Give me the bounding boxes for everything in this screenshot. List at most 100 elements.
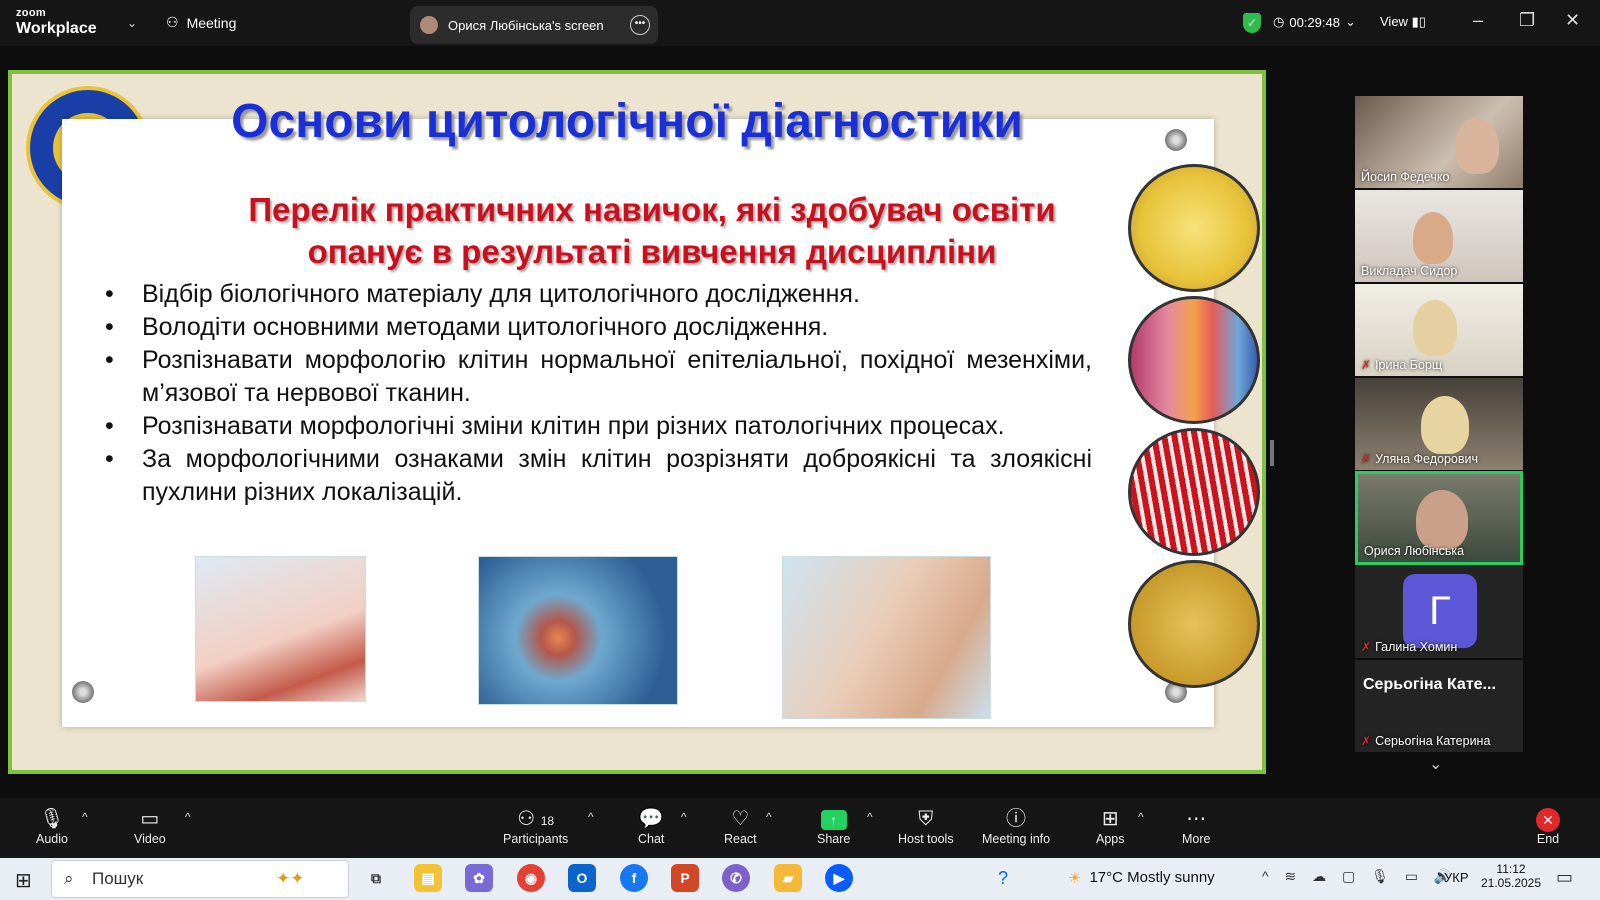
- participant-name-text: Викладач Сидор: [1361, 264, 1458, 278]
- apps-label: Apps: [1096, 832, 1125, 846]
- chevron-up-icon[interactable]: ^: [1138, 810, 1144, 824]
- skills-list: Відбір біологічного матеріалу для цитоло…: [97, 278, 1092, 509]
- chevron-up-icon[interactable]: ^: [82, 810, 88, 824]
- search-icon: ⌕: [64, 869, 74, 888]
- facebook-icon[interactable]: f: [620, 864, 648, 892]
- copilot-icon[interactable]: ✿: [465, 864, 493, 892]
- more-icon[interactable]: •••: [630, 15, 650, 35]
- logo-small-text: zoom: [16, 7, 46, 19]
- list-item: Володіти основними методами цитологічног…: [97, 311, 1092, 344]
- meeting-label: Meeting: [186, 14, 237, 31]
- slide-subtitle: Перелік практичних навичок, які здобувач…: [192, 189, 1112, 273]
- windows-taskbar: ⊞ ⌕ Пошук ✦✦ ⧉ ▤ ✿ ◉ O f P ✆ ▰ ▶ ? ☀ 17°…: [0, 858, 1600, 900]
- participant-tile[interactable]: ✗ Уляна Федорович: [1355, 378, 1523, 470]
- participants-count: 18: [540, 814, 555, 828]
- subtitle-line: опанує в результаті вивчення дисципліни: [307, 233, 997, 270]
- zoom-logo: zoom Workplace: [16, 8, 97, 37]
- connective-tissue-image: [1128, 296, 1260, 424]
- participant-tile[interactable]: Йосип Федечко: [1355, 96, 1523, 188]
- list-item: Розпізнавати морфологію клітин нормально…: [97, 344, 1092, 410]
- notifications-icon[interactable]: ▭: [1556, 867, 1573, 888]
- meeting-info-label: Meeting info: [982, 832, 1051, 846]
- participant-name-text: Йосип Федечко: [1361, 170, 1450, 184]
- participant-name-text: Ірина Борщ: [1375, 358, 1443, 372]
- chat-icon: 💬: [638, 808, 664, 830]
- host-tools-button[interactable]: ⛨ Host tools: [898, 806, 954, 846]
- participant-video: [1413, 300, 1457, 356]
- meeting-timer[interactable]: ◷ 00:29:48 ⌄: [1273, 14, 1356, 30]
- breast-biopsy-image: [478, 556, 678, 705]
- share-button[interactable]: ↑ Share: [817, 806, 850, 846]
- shield-icon: ⛨: [918, 808, 934, 830]
- needle-aspiration-image: [782, 556, 991, 719]
- participant-name: Викладач Сидор: [1361, 264, 1457, 278]
- participants-label: Participants: [503, 832, 569, 846]
- logo-big-text: Workplace: [16, 20, 97, 37]
- minimize-icon[interactable]: –: [1473, 10, 1483, 31]
- chevron-down-icon[interactable]: ⌄: [1429, 754, 1442, 774]
- participant-tile-active-speaker[interactable]: Орися Любінська: [1355, 471, 1523, 565]
- epithelial-cells-image: [1128, 164, 1260, 292]
- chevron-up-icon[interactable]: ^: [588, 810, 594, 824]
- share-screen-icon: ↑: [817, 806, 850, 832]
- meeting-menu-button[interactable]: ⚇ Meeting: [166, 14, 236, 31]
- chevron-down-icon[interactable]: ⌄: [127, 16, 137, 30]
- file-explorer-icon[interactable]: ▤: [414, 864, 442, 892]
- chat-button[interactable]: 💬 Chat: [638, 806, 664, 846]
- participant-name: ✗ Ірина Борщ: [1361, 358, 1442, 372]
- encryption-shield-icon[interactable]: ✓: [1243, 13, 1261, 33]
- zoom-app-icon[interactable]: ▶: [825, 864, 853, 892]
- apps-icon: ⊞: [1101, 808, 1119, 830]
- panel-resize-handle[interactable]: [1270, 440, 1274, 466]
- participant-name: Йосип Федечко: [1361, 170, 1450, 184]
- react-button[interactable]: ♡ React: [724, 806, 757, 846]
- meeting-info-button[interactable]: ⓘ Meeting info: [982, 806, 1050, 846]
- search-placeholder: Пошук: [92, 869, 144, 888]
- view-button[interactable]: View ▮▯: [1380, 14, 1426, 30]
- screen-share-pill[interactable]: Орися Любінська's screen •••: [410, 6, 658, 44]
- timer-text: 00:29:48: [1289, 14, 1340, 30]
- chevron-up-icon[interactable]: ^: [766, 810, 772, 824]
- help-icon[interactable]: ?: [998, 868, 1008, 889]
- end-button[interactable]: ✕ End: [1536, 806, 1560, 846]
- clock-date: 21.05.2025: [1480, 876, 1542, 890]
- slide-title: Основи цитологічної діагностики: [231, 95, 1023, 148]
- video-label: Video: [134, 832, 166, 846]
- outlook-icon[interactable]: O: [568, 864, 596, 892]
- chevron-up-icon[interactable]: ^: [867, 810, 873, 824]
- chevron-up-icon[interactable]: ^: [681, 810, 687, 824]
- participant-tile[interactable]: ✗ Ірина Борщ: [1355, 284, 1523, 376]
- system-tray-icons[interactable]: ^ ≋ ☁ ▢ 🎙 ▭ 🔊: [1262, 868, 1457, 885]
- more-icon: ⋯: [1186, 808, 1207, 830]
- more-button[interactable]: ⋯ More: [1182, 806, 1210, 846]
- apps-button[interactable]: ⊞ Apps: [1096, 806, 1125, 846]
- participant-display-name: Серьогіна Кате...: [1363, 676, 1496, 693]
- video-button[interactable]: ▭ Video: [134, 806, 166, 846]
- share-label: Share: [817, 832, 851, 846]
- task-view-icon[interactable]: ⧉: [362, 864, 390, 892]
- participant-name-text: Уляна Федорович: [1375, 452, 1479, 466]
- chevron-up-icon[interactable]: ^: [185, 810, 191, 824]
- top-bar: zoom Workplace ⌄ ⚇ Meeting Орися Любінсь…: [0, 0, 1600, 46]
- chat-label: Chat: [638, 832, 665, 846]
- slideshow-app-icon[interactable]: ▰: [774, 864, 802, 892]
- restore-icon[interactable]: ❐: [1519, 10, 1535, 31]
- close-icon[interactable]: ✕: [1565, 10, 1580, 31]
- participant-tile[interactable]: Г ✗ Галина Хомин: [1355, 566, 1523, 658]
- shared-slide: ♞ Основи цитологічної діагностики Перелі…: [8, 70, 1266, 774]
- participants-button[interactable]: ⚇ 18 Participants: [503, 806, 568, 846]
- chrome-icon[interactable]: ◉: [517, 864, 545, 892]
- participant-tile[interactable]: Викладач Сидор: [1355, 190, 1523, 282]
- clock[interactable]: 11:12 21.05.2025: [1480, 862, 1542, 890]
- language-indicator[interactable]: УКР: [1444, 870, 1469, 885]
- search-input[interactable]: ⌕ Пошук ✦✦: [51, 860, 349, 898]
- participant-tile[interactable]: Серьогіна Кате... ✗ Серьогіна Катерина: [1355, 660, 1523, 752]
- pin-icon: [1165, 129, 1187, 151]
- participant-name-text: Галина Хомин: [1375, 640, 1458, 654]
- weather-widget[interactable]: ☀ 17°C Mostly sunny: [1068, 869, 1215, 887]
- windows-start-icon[interactable]: ⊞: [15, 868, 32, 893]
- audio-button[interactable]: 🎙 Audio: [36, 806, 68, 846]
- viber-icon[interactable]: ✆: [722, 864, 750, 892]
- muted-mic-icon: ✗: [1361, 640, 1372, 654]
- powerpoint-icon[interactable]: P: [671, 864, 699, 892]
